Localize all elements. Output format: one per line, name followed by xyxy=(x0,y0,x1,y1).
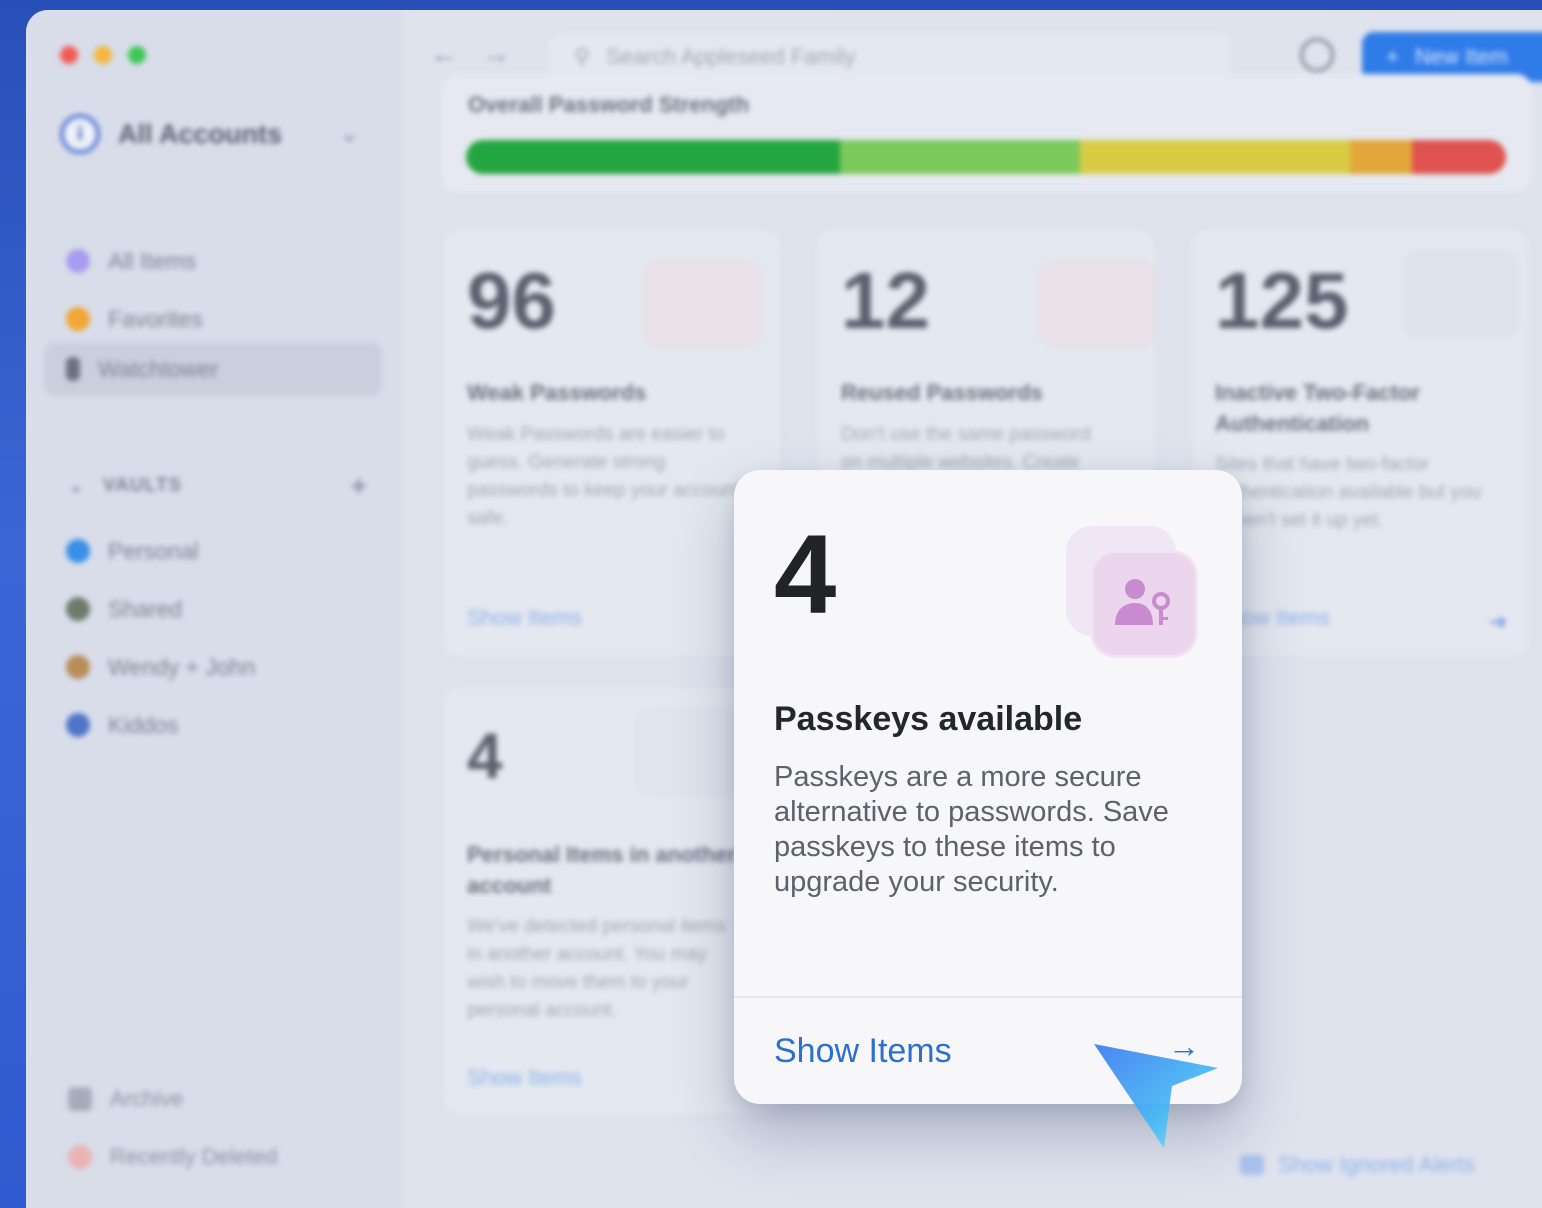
account-label: All Accounts xyxy=(118,118,283,149)
card-title: Weak Passwords xyxy=(467,380,647,405)
minimize-window-button[interactable] xyxy=(94,46,112,64)
sidebar-item-label: Personal xyxy=(108,537,199,564)
strength-bar xyxy=(466,140,1506,174)
account-logo-icon: i xyxy=(60,114,100,154)
eye-slash-icon xyxy=(1240,1155,1264,1175)
sidebar-item-all-items[interactable]: All Items xyxy=(44,234,382,288)
ignored-alerts-label: Show Ignored Alerts xyxy=(1278,1152,1475,1177)
show-items-link[interactable]: Show Items xyxy=(467,1065,582,1091)
sidebar-item-shared[interactable]: Shared xyxy=(44,582,382,636)
vaults-section-header[interactable]: ⌄ VAULTS + xyxy=(68,470,368,502)
show-items-link[interactable]: Show Items xyxy=(467,605,582,631)
chevron-down-icon: ⌄ xyxy=(68,475,85,497)
new-item-label: New Item xyxy=(1414,44,1508,69)
search-icon: ⚲ xyxy=(574,44,591,69)
vaults-header-label: VAULTS xyxy=(102,475,183,496)
sidebar-item-label: Recently Deleted xyxy=(110,1144,278,1169)
pointer-cursor-icon xyxy=(1094,1044,1218,1148)
card-description: We've detected personal items in another… xyxy=(467,916,726,1021)
close-window-button[interactable] xyxy=(60,46,78,64)
passkeys-description: Passkeys are a more secure alternative t… xyxy=(774,761,1169,898)
vault-icon xyxy=(66,655,90,679)
sidebar-item-label: Archive xyxy=(110,1086,184,1111)
passkeys-title: Passkeys available xyxy=(774,700,1083,738)
archive-icon xyxy=(68,1087,92,1111)
card-title: Inactive Two-Factor Authentication xyxy=(1215,380,1420,436)
passkeys-available-card[interactable]: 4 Passkeys available Passkeys are a more… xyxy=(734,470,1242,1104)
card-description: Don't use the same password on multiple … xyxy=(841,424,1091,473)
chevron-down-icon: ⌄ xyxy=(340,121,359,146)
search-placeholder: Search Appleseed Family xyxy=(606,44,856,69)
strength-segment xyxy=(1412,140,1506,174)
card-count: 12 xyxy=(841,256,930,345)
trash-icon xyxy=(68,1145,92,1169)
account-switcher[interactable]: i All Accounts ⌄ xyxy=(60,114,358,154)
sidebar-item-archive[interactable]: Archive xyxy=(68,1086,183,1112)
sidebar-item-label: Watchtower xyxy=(98,355,219,382)
card-title: Personal Items in another account xyxy=(467,842,736,898)
password-strength-card: Overall Password Strength xyxy=(442,74,1532,192)
weak-passwords-card[interactable]: 96 Weak Passwords Weak Passwords are eas… xyxy=(442,228,782,658)
vault-icon xyxy=(66,539,90,563)
personal-items-card[interactable]: 4 Personal Items in another account We'v… xyxy=(442,686,782,1116)
plus-icon: + xyxy=(1386,44,1399,69)
sidebar-item-personal[interactable]: Personal xyxy=(44,524,382,578)
sidebar-item-label: Kiddos xyxy=(108,711,179,738)
arrow-right-icon: ➜ xyxy=(1489,609,1508,634)
strength-label: Overall Password Strength xyxy=(468,92,750,117)
sidebar-item-label: Shared xyxy=(108,595,183,622)
card-count: 4 xyxy=(467,720,503,792)
vault-icon xyxy=(66,597,90,621)
card-description: Sites that have two-factor authenticatio… xyxy=(1215,454,1482,531)
divider xyxy=(734,996,1242,998)
strength-segment xyxy=(1079,140,1350,174)
passkeys-count: 4 xyxy=(774,512,837,637)
card-count: 125 xyxy=(1215,256,1349,345)
show-items-link[interactable]: Show Items xyxy=(774,1032,952,1071)
sidebar-item-favorites[interactable]: Favorites xyxy=(44,292,382,346)
forward-arrow-icon[interactable]: → xyxy=(482,38,510,70)
padlock-icon xyxy=(1037,259,1157,349)
card-title: Reused Passwords xyxy=(841,380,1043,405)
sidebar-item-kiddos[interactable]: Kiddos xyxy=(44,698,382,752)
sidebar-item-label: All Items xyxy=(108,247,197,274)
lock-icon xyxy=(1401,249,1521,339)
add-vault-button[interactable]: + xyxy=(351,470,368,502)
sidebar: i All Accounts ⌄ All Items Favorites Wat… xyxy=(26,10,400,1208)
window-controls xyxy=(60,46,146,64)
sidebar-item-watchtower[interactable]: Watchtower xyxy=(44,342,382,396)
sidebar-item-label: Wendy + John xyxy=(108,653,256,680)
chat-icon[interactable] xyxy=(1300,38,1334,72)
warning-icon xyxy=(643,259,763,349)
strength-segment xyxy=(840,140,1080,174)
sparkle-icon xyxy=(66,249,90,273)
show-ignored-alerts-link[interactable]: Show Ignored Alerts xyxy=(1240,1152,1475,1178)
sidebar-item-wendy-john[interactable]: Wendy + John xyxy=(44,640,382,694)
sidebar-item-label: Favorites xyxy=(108,305,203,332)
passkey-icon xyxy=(1090,550,1198,658)
strength-segment xyxy=(466,140,841,174)
vault-icon xyxy=(66,713,90,737)
tower-icon xyxy=(66,357,80,381)
card-description: Weak Passwords are easier to guess. Gene… xyxy=(467,424,740,529)
back-arrow-icon[interactable]: ← xyxy=(430,38,458,70)
card-count: 96 xyxy=(467,256,556,345)
strength-segment xyxy=(1349,140,1413,174)
sidebar-item-recently-deleted[interactable]: Recently Deleted xyxy=(68,1144,278,1170)
star-icon xyxy=(66,307,90,331)
zoom-window-button[interactable] xyxy=(128,46,146,64)
